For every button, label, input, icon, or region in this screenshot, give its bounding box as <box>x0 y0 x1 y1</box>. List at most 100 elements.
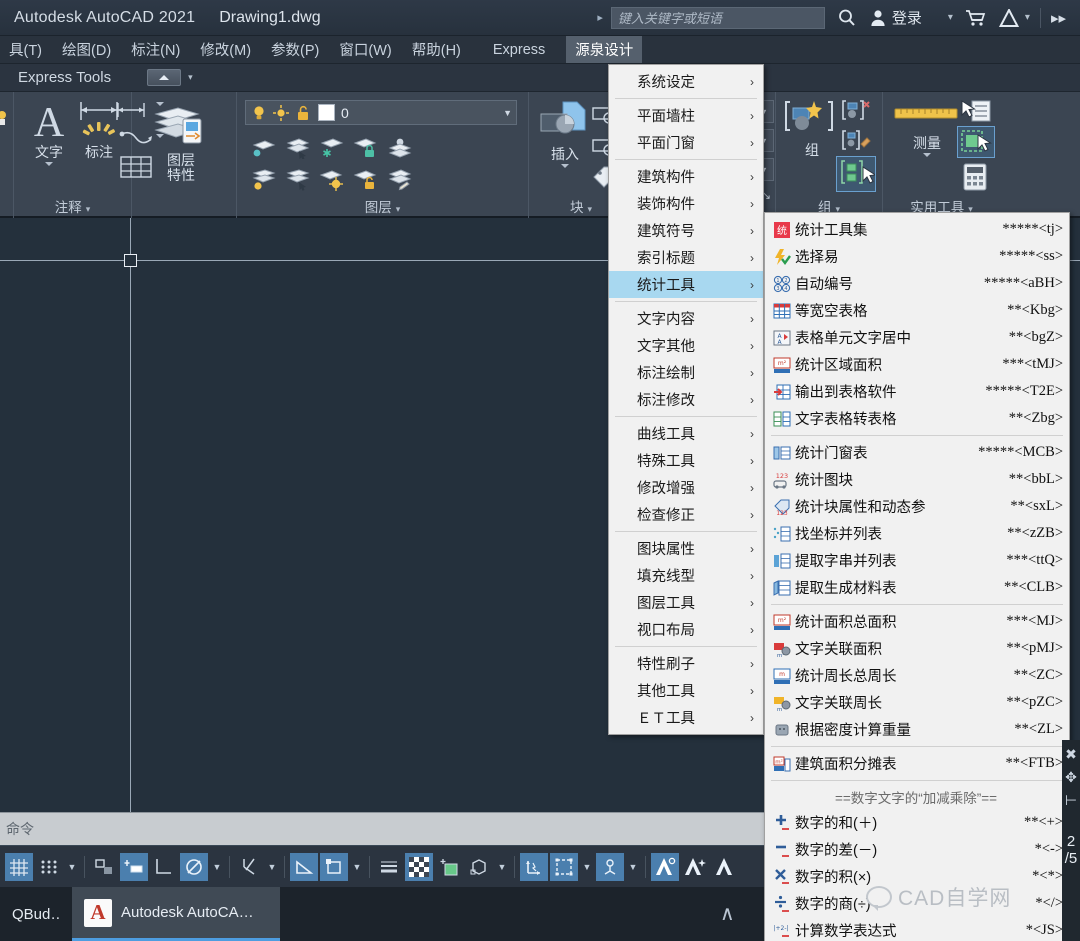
status-transparency-toggle[interactable] <box>405 852 433 881</box>
submenu-item-sum[interactable]: 数字的和(＋) **<+> <box>765 809 1069 836</box>
menu-item-plan-wall-column[interactable]: 平面墙柱 › <box>609 102 763 129</box>
menu-item-building-component[interactable]: 建筑构件 › <box>609 163 763 190</box>
menu-item-block-attributes[interactable]: 图块属性 › <box>609 535 763 562</box>
status-isolate-toggle[interactable] <box>681 853 709 881</box>
insert-dropdown-icon[interactable] <box>561 163 569 168</box>
status-objectsnap-toggle[interactable] <box>235 853 263 881</box>
login-label[interactable]: 登录 <box>892 7 922 28</box>
quick-select-button[interactable] <box>959 98 993 124</box>
search-input[interactable]: 键入关键字或短语 <box>610 6 825 29</box>
submenu-item-block-count[interactable]: 123 统计图块 **<bbL> <box>765 466 1069 493</box>
submenu-item-area-stats[interactable]: m² 统计区域面积 ***<tMJ> <box>765 351 1069 378</box>
status-otrack-toggle[interactable] <box>290 852 318 881</box>
layer-off-button[interactable] <box>247 132 281 164</box>
menu-item-curve-tools[interactable]: 曲线工具 › <box>609 420 763 447</box>
status-3dosnap-dropdown-icon[interactable]: ▼ <box>494 853 510 881</box>
menu-dimension[interactable]: 标注(N) <box>122 36 189 63</box>
status-ducs-dropdown-icon[interactable]: ▼ <box>349 853 365 881</box>
insert-block-button[interactable]: 插入 <box>537 100 593 168</box>
submenu-item-total-area[interactable]: m² 统计面积总面积 ***<MJ> <box>765 608 1069 635</box>
status-ducs-toggle[interactable] <box>320 852 348 881</box>
layer-combo-dropdown-icon[interactable]: ▼ <box>503 108 512 118</box>
taskbar-expand-chevron-icon[interactable]: ∧ <box>720 901 735 926</box>
status-workspace-dropdown-icon[interactable]: ▼ <box>625 853 641 881</box>
submenu-item-block-attr[interactable]: 123 统计块属性和动态参 **<sxL> <box>765 493 1069 520</box>
quick-access-expand-icon[interactable]: ▸ <box>597 11 603 24</box>
menu-item-system-settings[interactable]: 系统设定 › <box>609 68 763 95</box>
help-chevron-down-icon[interactable]: ▾ <box>1025 12 1030 23</box>
submenu-item-material-table[interactable]: 提取生成材料表 **<CLB> <box>765 574 1069 601</box>
menu-item-index-title[interactable]: 索引标题 › <box>609 244 763 271</box>
menu-tools[interactable]: 具(T) <box>0 36 51 63</box>
menu-yuanquan-design[interactable]: 源泉设计 <box>566 36 643 63</box>
status-annomonitor-toggle[interactable] <box>651 852 679 881</box>
status-grid-toggle[interactable] <box>5 852 33 881</box>
submenu-item-quotient[interactable]: 数字的商(÷) *</> <box>765 890 1069 917</box>
ungroup-button[interactable] <box>840 98 872 124</box>
menu-modify[interactable]: 修改(M) <box>191 36 260 63</box>
menu-item-building-symbol[interactable]: 建筑符号 › <box>609 217 763 244</box>
layer-on-button[interactable] <box>247 164 281 196</box>
layer-combo[interactable]: 0 ▼ <box>245 100 517 125</box>
submenu-item-text-area-link[interactable]: m² 文字关联面积 **<pMJ> <box>765 635 1069 662</box>
submenu-item-stats-toolset[interactable]: 统 统计工具集 *****<tj> <box>765 216 1069 243</box>
menu-item-viewport-layout[interactable]: 视口布局 › <box>609 616 763 643</box>
status-selection-cycling-toggle[interactable] <box>435 853 463 881</box>
submenu-item-product[interactable]: 数字的积(×) *<*> <box>765 863 1069 890</box>
status-objectsnap-dropdown-icon[interactable]: ▼ <box>264 853 280 881</box>
minimize-ribbon-dropdown-icon[interactable]: ▾ <box>188 72 193 83</box>
submenu-item-area-share[interactable]: m² 建筑面积分摊表 **<FTB> <box>765 750 1069 777</box>
menu-item-plan-door-window[interactable]: 平面门窗 › <box>609 129 763 156</box>
status-dynamic-input-toggle[interactable] <box>120 852 148 881</box>
layer-properties-button[interactable]: 图层 特性 <box>150 102 212 182</box>
measure-dropdown-icon[interactable] <box>923 152 931 157</box>
status-ucs-toggle[interactable] <box>520 852 548 881</box>
status-3dosnap-toggle[interactable] <box>465 853 493 881</box>
status-hardware-toggle[interactable] <box>711 853 739 881</box>
menu-window[interactable]: 窗口(W) <box>330 36 400 63</box>
menu-item-modify-enhance[interactable]: 修改增强 › <box>609 474 763 501</box>
status-annotation-dropdown-icon[interactable]: ▼ <box>579 853 595 881</box>
status-ortho-toggle[interactable] <box>90 853 118 881</box>
group-button[interactable]: 组 <box>784 98 840 158</box>
taskbar-item-qbud[interactable]: QBud… <box>0 887 72 941</box>
menu-parametric[interactable]: 参数(P) <box>262 36 328 63</box>
layer-color-swatch[interactable] <box>318 104 335 121</box>
status-workspace-toggle[interactable] <box>596 852 624 881</box>
status-snap-toggle[interactable] <box>35 853 63 881</box>
menu-item-hatch-linetype[interactable]: 填充线型 › <box>609 562 763 589</box>
status-annotation-scale-toggle[interactable] <box>550 852 578 881</box>
menu-item-decor-component[interactable]: 装饰构件 › <box>609 190 763 217</box>
overflow-icon[interactable]: ▸▸ <box>1051 9 1066 27</box>
autodesk-a-icon[interactable] <box>998 8 1019 27</box>
submenu-item-easy-select[interactable]: 选择易 *****<ss> <box>765 243 1069 270</box>
group-edit-button[interactable] <box>840 128 872 154</box>
status-polar-toggle[interactable] <box>150 853 178 881</box>
layer-unlock-button[interactable] <box>349 164 383 196</box>
group-selection-button[interactable] <box>836 156 876 192</box>
status-lineweight-toggle[interactable] <box>375 853 403 881</box>
layer-lock-button[interactable] <box>349 132 383 164</box>
submenu-item-calc-expression[interactable]: |+2-| 计算数学表达式 *<JS> <box>765 917 1069 941</box>
submenu-item-extract-string[interactable]: 提取字串并列表 ***<ttQ> <box>765 547 1069 574</box>
submenu-item-density-weight[interactable]: 根据密度计算重量 **<ZL> <box>765 716 1069 743</box>
minimize-ribbon-button[interactable] <box>147 69 182 86</box>
submenu-item-export-table[interactable]: 输出到表格软件 *****<T2E> <box>765 378 1069 405</box>
text-tool-button[interactable]: A 文字 <box>26 98 72 166</box>
search-icon[interactable] <box>837 8 857 28</box>
menu-item-property-brush[interactable]: 特性刷子 › <box>609 650 763 677</box>
tab-express-tools[interactable]: Express Tools <box>18 69 111 86</box>
status-isodraft-toggle[interactable] <box>180 852 208 881</box>
submenu-item-perimeter[interactable]: m 统计周长总周长 **<ZC> <box>765 662 1069 689</box>
user-account-icon[interactable] <box>869 9 887 27</box>
menu-express[interactable]: Express <box>484 39 554 61</box>
menu-item-dimension-modify[interactable]: 标注修改 › <box>609 386 763 413</box>
submenu-item-cell-center[interactable]: AA 表格单元文字居中 **<bgZ> <box>765 324 1069 351</box>
submenu-item-door-window-table[interactable]: 统计门窗表 *****<MCB> <box>765 439 1069 466</box>
submenu-item-auto-number[interactable]: 1234 自动编号 *****<aBH> <box>765 270 1069 297</box>
menu-item-dimension-draw[interactable]: 标注绘制 › <box>609 359 763 386</box>
document-title[interactable]: Drawing1.dwg <box>219 9 320 27</box>
menu-item-text-other[interactable]: 文字其他 › <box>609 332 763 359</box>
text-tool-dropdown-icon[interactable] <box>45 161 53 166</box>
submenu-item-difference[interactable]: 数字的差(－) *<-> <box>765 836 1069 863</box>
